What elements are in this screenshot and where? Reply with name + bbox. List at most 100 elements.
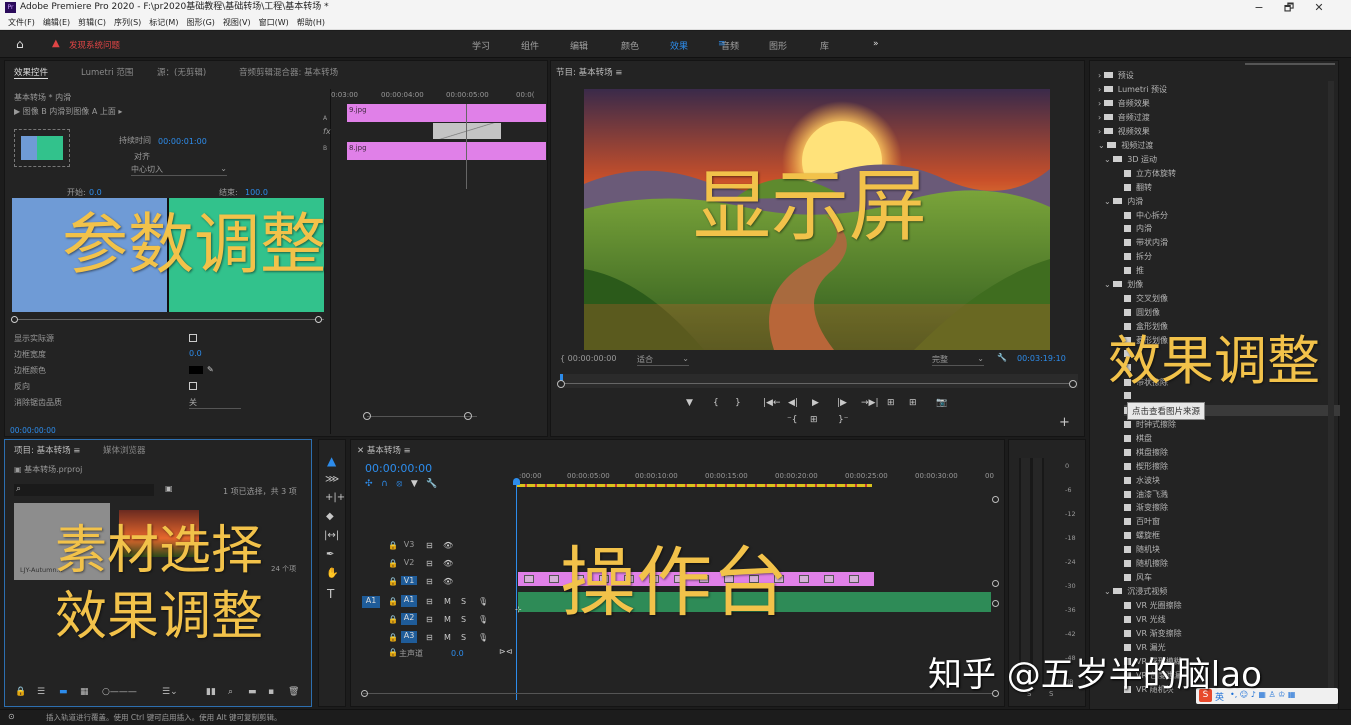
effects-item[interactable]: 楔形擦除 (1124, 461, 1168, 472)
video-track-label[interactable]: V2 (401, 558, 417, 567)
track-lock-icon[interactable]: 🔒 (388, 633, 398, 642)
checkbox[interactable] (189, 382, 197, 390)
track-lock-icon[interactable]: 🔒 (388, 577, 398, 586)
effects-folder[interactable]: › 预设 (1098, 70, 1134, 81)
timeline-tab[interactable]: ✕ 基本转场 ≡ (357, 444, 411, 456)
effects-item[interactable]: 螺旋框 (1124, 530, 1160, 541)
effects-item[interactable]: 内滑 (1124, 223, 1152, 234)
playhead-handle[interactable] (513, 478, 520, 485)
linked-select-icon[interactable]: ∩ (381, 479, 388, 489)
effects-item[interactable]: 水波块 (1124, 475, 1160, 486)
track-select-tool-icon[interactable]: ⋙ (325, 474, 339, 485)
eye-icon[interactable]: 👁 (443, 577, 453, 586)
mute-button[interactable]: M (444, 597, 451, 606)
mark-in-icon[interactable]: { (713, 398, 719, 408)
ec-tab[interactable]: 音频剪辑混合器: 基本转场 (239, 66, 338, 78)
slip-tool-icon[interactable]: |↔| (324, 530, 339, 541)
video-track-label[interactable]: V1 (401, 576, 417, 585)
timeline-scrollbar[interactable] (363, 693, 993, 694)
mic-icon[interactable]: 🎙 (478, 597, 488, 606)
ec-tab[interactable]: 源：(无剪辑) (157, 66, 206, 78)
snap-icon[interactable]: ✣ (365, 479, 373, 489)
track-lock-icon[interactable]: 🔒 (388, 648, 398, 657)
align-select[interactable]: 中心切入 ⌄ (131, 164, 227, 176)
preview-slider[interactable] (14, 319, 324, 320)
play-icon[interactable]: ▶ (812, 398, 819, 408)
settings-wrench-icon[interactable]: 🔧 (426, 479, 437, 489)
mic-icon[interactable]: 🎙 (478, 615, 488, 624)
selection-tool-icon[interactable]: ▲ (327, 454, 336, 468)
step-back-icon[interactable]: ◀| (788, 398, 798, 408)
workspace-more-icon[interactable]: » (873, 39, 879, 49)
workspace-tab[interactable]: 效果 (670, 39, 688, 52)
prop-value[interactable]: 关 (189, 397, 241, 409)
effects-item[interactable]: 交叉划像 (1124, 293, 1168, 304)
trash-icon[interactable]: 🗑 (288, 687, 299, 697)
pen-tool-icon[interactable]: ✒ (326, 549, 334, 560)
effects-folder[interactable]: ⌄ 沉浸式视频 (1104, 586, 1167, 597)
program-tc-left[interactable]: { 00:00:00:00 (560, 354, 616, 363)
clip-b[interactable]: 8.jpg (347, 142, 546, 160)
menu-item[interactable]: 序列(S) (114, 18, 141, 27)
new-bin-button-icon[interactable]: ▬ (248, 687, 257, 697)
start-value[interactable]: 0.0 (89, 188, 102, 197)
solo-button[interactable]: S (461, 633, 466, 642)
effects-item[interactable]: VR 光圈擦除 (1124, 600, 1182, 611)
effects-item[interactable]: 油漆飞溅 (1124, 489, 1168, 500)
sync-icon[interactable]: ⊟ (426, 615, 433, 624)
mute-button[interactable]: M (444, 633, 451, 642)
mini-scroll[interactable] (367, 416, 477, 417)
effects-folder[interactable]: ⌄ 划像 (1104, 279, 1143, 290)
home-icon[interactable]: ⌂ (16, 37, 24, 51)
icon-view-icon[interactable]: ▬ (59, 687, 68, 697)
ripple-edit-tool-icon[interactable]: +|+ (325, 492, 345, 503)
mic-icon[interactable]: 🎙 (478, 633, 488, 642)
system-issue-link[interactable]: 发现系统问题 (69, 39, 120, 51)
end-value[interactable]: 100.0 (245, 188, 268, 197)
fit-select[interactable]: 适合 ⌄ (637, 354, 689, 366)
close-button[interactable]: ✕ (1305, 0, 1333, 15)
ec-timecode[interactable]: 00:00:00:00 (10, 426, 56, 435)
program-scrollbar[interactable] (560, 383, 1074, 384)
go-to-out-icon[interactable]: →▶| (861, 398, 879, 408)
go-to-in-icon[interactable]: |◀← (763, 398, 781, 408)
track-lock-icon[interactable]: 🔒 (388, 597, 398, 606)
effects-scrollbar[interactable] (1328, 81, 1334, 691)
list-view-icon[interactable]: ☰ (37, 687, 45, 697)
workspace-tab[interactable]: 编辑 (570, 39, 588, 52)
effects-item[interactable]: VR 渐变擦除 (1124, 628, 1182, 639)
menu-item[interactable]: 标记(M) (149, 18, 178, 27)
workspace-tab[interactable]: 学习 (472, 39, 490, 52)
program-tc-right[interactable]: 00:03:19:10 (1017, 354, 1066, 363)
razor-tool-icon[interactable]: ◆ (326, 511, 334, 522)
menu-item[interactable]: 图形(G) (186, 18, 214, 27)
transition-block[interactable] (433, 123, 501, 139)
zoom-slider[interactable]: ○——— (102, 687, 137, 697)
checkbox[interactable] (189, 334, 197, 342)
source-a1-patch[interactable]: A1 (362, 596, 380, 608)
new-item-icon[interactable]: ▪ (268, 687, 274, 697)
type-tool-icon[interactable]: T (327, 587, 334, 601)
effects-item[interactable]: 圆划像 (1124, 307, 1160, 318)
effects-folder[interactable]: › 视频效果 (1098, 126, 1150, 137)
overwrite-icon[interactable]: ⊞ (909, 398, 917, 408)
automate-icon[interactable]: ▮▮ (206, 687, 216, 697)
effects-item[interactable] (1124, 391, 1136, 400)
add-marker-icon[interactable]: ▼ (686, 398, 693, 408)
new-bin-icon[interactable]: ▣ (165, 484, 173, 493)
menu-item[interactable]: 文件(F) (8, 18, 35, 27)
sort-icon[interactable]: ☰⌄ (162, 687, 178, 697)
effects-item[interactable]: 随机擦除 (1124, 558, 1168, 569)
duration-value[interactable]: 00:00:01:00 (158, 137, 207, 146)
effects-item[interactable]: 时钟式擦除 (1124, 419, 1176, 430)
effects-item[interactable]: 棋盘 (1124, 433, 1152, 444)
program-ruler[interactable] (560, 374, 1078, 388)
workspace-menu-icon[interactable]: ≡ (718, 39, 726, 49)
mute-button[interactable]: M (444, 615, 451, 624)
effects-item[interactable]: 翻转 (1124, 182, 1152, 193)
restore-button[interactable]: 🗗 (1275, 0, 1303, 15)
effects-item[interactable]: 百叶窗 (1124, 516, 1160, 527)
add-marker-icon[interactable]: ▼ (411, 479, 418, 489)
lift-icon[interactable]: ⁻{ (787, 415, 797, 425)
export-frame-icon[interactable]: 📷 (936, 398, 947, 408)
